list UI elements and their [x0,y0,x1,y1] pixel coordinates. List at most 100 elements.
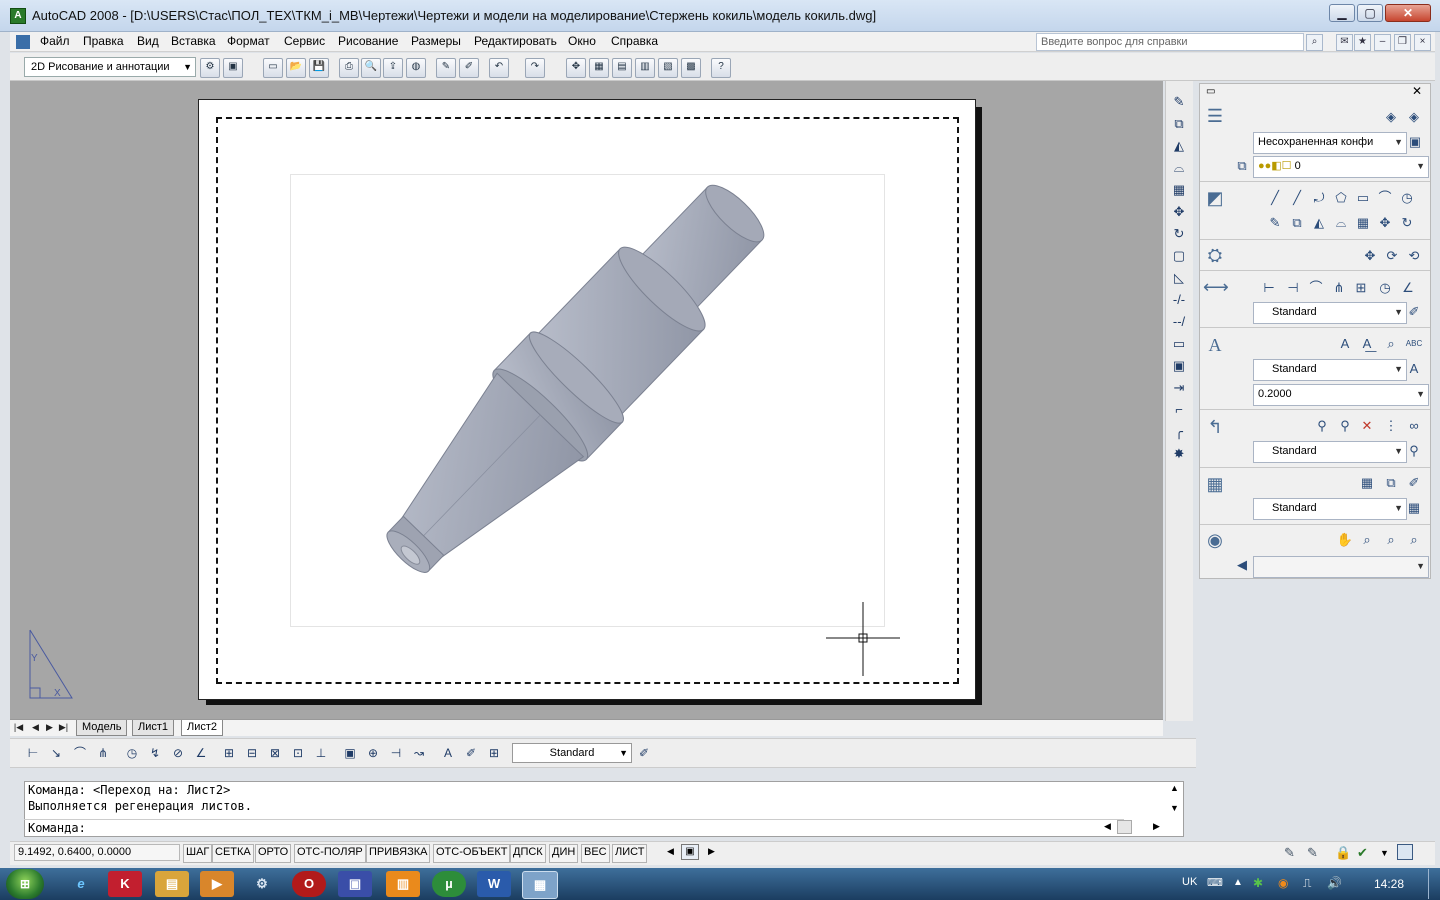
workspace-save-icon[interactable]: ▣ [223,58,243,78]
network-app-icon[interactable]: ✱ [1253,876,1263,890]
menu-file[interactable]: Файл [40,34,70,48]
palette-menu-icon[interactable]: ▭ [1206,86,1215,97]
polyline-icon[interactable]: ⤾ [1310,189,1328,207]
find-text-icon[interactable]: ⌕ [1382,335,1400,353]
language-indicator[interactable]: UK [1182,876,1197,888]
ie-icon[interactable]: e [64,871,98,897]
properties-icon[interactable]: ▦ [589,58,609,78]
opera-icon[interactable]: O [292,871,326,897]
zoom-previous-icon[interactable]: ⌕ [1405,531,1423,549]
dim-ordinate-icon[interactable]: ⋔ [1330,279,1348,297]
align-leaders-icon[interactable]: ⋮ [1382,417,1400,435]
array-panel-icon[interactable]: ▦ [1354,214,1372,232]
dim-text-edit-icon[interactable]: ✐ [462,744,480,762]
shaft-model[interactable] [290,174,885,627]
dim-style-manager-icon[interactable]: ✐ [635,744,653,762]
text-style-select[interactable]: Standard ▼ [1253,359,1407,381]
close-button[interactable]: ✕ [1385,4,1431,22]
scroll-up-icon[interactable]: ▲ [1170,783,1179,793]
line-icon[interactable]: ╱ [1266,189,1284,207]
paper-toggle[interactable]: ЛИСТ [612,844,648,863]
autocad-icon[interactable]: A [10,8,26,24]
move-panel-icon[interactable]: ✥ [1376,214,1394,232]
show-hidden-icons[interactable]: ▲ [1233,877,1243,888]
dim-arc-icon[interactable]: ⌒ [71,744,89,762]
dim-ordinate-icon[interactable]: ⋔ [94,744,112,762]
menu-edit[interactable]: Правка [83,34,124,48]
dim-linear-icon[interactable]: ⊢ [24,744,42,762]
data-link-icon[interactable]: ⧉ [1382,474,1400,492]
open-icon[interactable]: 📂 [286,58,306,78]
undo-icon[interactable]: ↶ [489,58,509,78]
maximize-viewport-icon[interactable]: ▣ [681,844,699,860]
qnew-icon[interactable]: ▭ [263,58,283,78]
dim-aligned-icon[interactable]: ↘ [47,744,65,762]
utorrent-icon[interactable]: µ [432,871,466,897]
scroll-right-icon[interactable]: ▶ [708,846,715,857]
sheet-set-icon[interactable]: ▧ [658,58,678,78]
dim-linear-icon[interactable]: ⊢ [1260,279,1278,297]
text-style-manager-icon[interactable]: A [1405,360,1423,378]
autocad-task-icon[interactable]: ▦ [522,871,558,899]
dim-space-icon[interactable]: ⊡ [289,744,307,762]
menu-window[interactable]: Окно [568,34,596,48]
table-style-manager-icon[interactable]: ▦ [1405,499,1423,517]
dim-edit-icon[interactable]: A [439,744,457,762]
dim-radius-icon[interactable]: ◷ [1376,279,1394,297]
named-views-select[interactable]: ▼ [1253,556,1429,578]
layer-properties-icon[interactable]: ▣ [1406,133,1424,151]
data-extraction-icon[interactable]: ✐ [1405,474,1423,492]
tab-model[interactable]: Модель [76,720,128,736]
stretch-icon[interactable]: ◺ [1170,269,1188,287]
dim-style-manager-icon[interactable]: ✐ [1405,303,1423,321]
table-style-select[interactable]: Standard ▼ [1253,498,1407,520]
layer-previous-icon[interactable]: ◈ [1382,108,1400,126]
3d-move-icon[interactable]: ✥ [1361,247,1379,265]
menu-tools[interactable]: Сервис [284,34,325,48]
rotate-panel-icon[interactable]: ↻ [1398,214,1416,232]
jogged-linear-icon[interactable]: ↝ [410,744,428,762]
back-arrow-icon[interactable]: ◀ [1233,556,1251,574]
mirror-panel-icon[interactable]: ◭ [1310,214,1328,232]
inspection-icon[interactable]: ⊣ [387,744,405,762]
center-mark-icon[interactable]: ⊕ [364,744,382,762]
rectangle-icon[interactable]: ▭ [1354,189,1372,207]
dim-baseline-icon[interactable]: ⊟ [243,744,261,762]
layer-states-icon[interactable]: ◈ [1405,108,1423,126]
workspace-select[interactable]: 2D Рисование и аннотации ▼ [24,57,196,77]
polygon-icon[interactable]: ⬠ [1332,189,1350,207]
menu-view[interactable]: Вид [137,34,159,48]
dyn-toggle[interactable]: ДИН [549,844,579,863]
polar-toggle[interactable]: ОТС-ПОЛЯР [294,844,366,863]
last-tab-button[interactable]: ▶| [58,721,69,734]
copy-icon[interactable]: ⧉ [1170,115,1188,133]
chevron-down-icon[interactable]: ▼ [1380,848,1389,858]
dim-style-toolbar-select[interactable]: Standard ▼ [512,743,632,763]
explorer-icon[interactable]: ▤ [155,871,189,897]
join-icon[interactable]: ▣ [1170,357,1188,375]
dim-update-icon[interactable]: ⊞ [485,744,503,762]
quick-dim-icon[interactable]: ⊞ [220,744,238,762]
remove-leader-icon[interactable]: ✕ [1358,417,1376,435]
offset-icon[interactable]: ⌓ [1170,159,1188,177]
annotation-scale-icon[interactable]: ✎ [1284,845,1295,861]
menu-dimension[interactable]: Размеры [411,34,461,48]
menu-insert[interactable]: Вставка [171,34,216,48]
chamfer-icon[interactable]: ⌐ [1170,401,1188,419]
dim-diameter-icon[interactable]: ⊘ [169,744,187,762]
lock-icon[interactable]: 🔒 [1335,845,1351,861]
arc-icon[interactable]: ⌒ [1376,189,1394,207]
coordinates-display[interactable]: 9.1492, 0.6400, 0.0000 [14,844,180,861]
dim-break-icon[interactable]: ⊥ [312,744,330,762]
ortho-toggle[interactable]: ОРТО [255,844,292,863]
erase-panel-icon[interactable]: ✎ [1266,214,1284,232]
layer-select[interactable]: ●●◧☐ 0 ▼ [1253,156,1429,178]
plot-icon[interactable]: ⎙ [339,58,359,78]
folder-icon[interactable]: ▥ [386,871,420,897]
plot-preview-icon[interactable]: 🔍 [361,58,381,78]
mirror-icon[interactable]: ◭ [1170,137,1188,155]
annotation-visibility-icon[interactable]: ✎ [1307,845,1318,861]
break-icon[interactable]: ▭ [1170,335,1188,353]
comm-center-icon[interactable]: ✔ [1357,845,1368,861]
scroll-down-icon[interactable]: ▼ [1170,803,1179,813]
